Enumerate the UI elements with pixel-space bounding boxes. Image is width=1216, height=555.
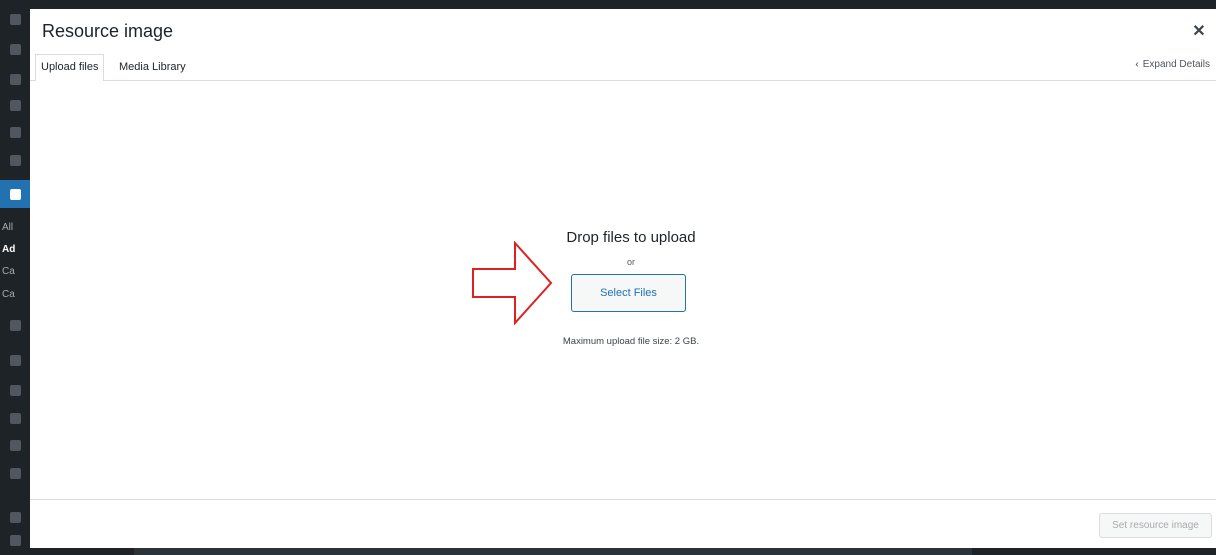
expand-details-label: Expand Details [1142, 59, 1210, 70]
submenu-item[interactable]: All [2, 222, 13, 233]
chevron-left-icon: ‹ [1135, 59, 1139, 70]
submenu-item[interactable]: Ad [2, 244, 15, 255]
folder-icon[interactable] [10, 189, 21, 200]
or-separator: or [626, 257, 635, 267]
tab-media-library[interactable]: Media Library [113, 54, 192, 80]
close-icon: ✕ [1192, 23, 1206, 40]
grid-icon[interactable] [10, 512, 21, 523]
set-resource-image-button[interactable]: Set resource image [1099, 513, 1212, 538]
drop-instructions: Drop files to upload [566, 229, 696, 246]
admin-sidebar: All Ad Ca Ca [0, 0, 30, 555]
submenu-item[interactable]: Ca [2, 289, 15, 300]
posts-icon[interactable] [10, 100, 21, 111]
settings-icon[interactable] [10, 44, 21, 55]
comments-icon[interactable] [10, 155, 21, 166]
page-bottom [0, 548, 1216, 555]
modal-toolbar: Set resource image [30, 499, 1216, 548]
submenu-item[interactable]: Ca [2, 266, 15, 277]
collapse-icon[interactable] [10, 468, 21, 479]
plugin-icon[interactable] [10, 385, 21, 396]
table-icon[interactable] [10, 535, 21, 546]
max-upload-size: Maximum upload file size: 2 GB. [562, 336, 700, 347]
list-icon[interactable] [10, 127, 21, 138]
media-router: Upload files Media Library ‹ Expand Deta… [30, 54, 1216, 81]
tab-upload-files[interactable]: Upload files [35, 54, 105, 81]
wrench-icon[interactable] [10, 440, 21, 451]
expand-details-link[interactable]: ‹ Expand Details [1135, 59, 1210, 70]
pin-icon[interactable] [10, 355, 21, 366]
mail-icon[interactable] [10, 320, 21, 331]
select-files-button[interactable]: Select Files [571, 274, 686, 312]
modal-title: Resource image [42, 21, 174, 41]
close-button[interactable]: ✕ [1190, 23, 1208, 41]
upload-area[interactable]: Drop files to upload or Select Files Max… [30, 81, 1216, 499]
pages-icon[interactable] [10, 74, 21, 85]
admin-bar [30, 0, 1216, 9]
media-modal: Resource image ✕ Upload files Media Libr… [30, 9, 1216, 548]
dashboard-icon[interactable] [10, 14, 21, 25]
user-icon[interactable] [10, 413, 21, 424]
red-arrow-icon [472, 241, 553, 325]
